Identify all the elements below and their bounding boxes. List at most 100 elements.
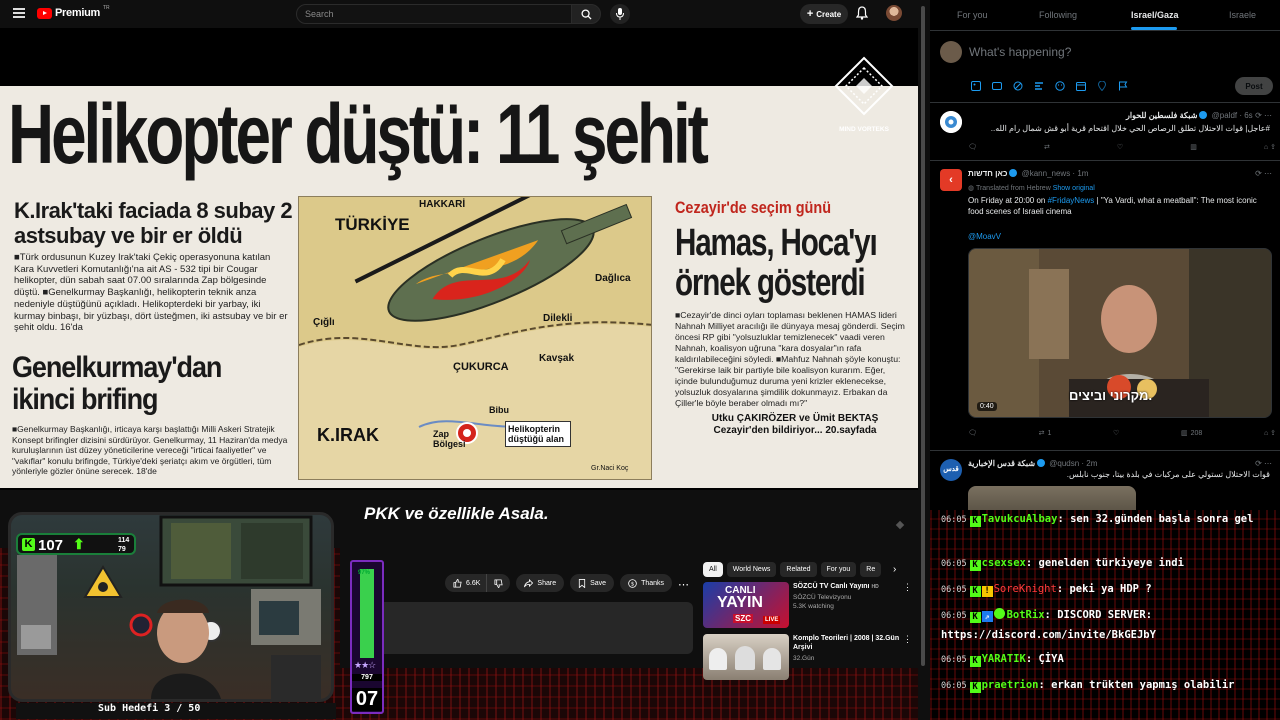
search-button[interactable] xyxy=(571,4,601,24)
share-button[interactable]: Share xyxy=(516,574,565,592)
message-user[interactable]: YARATIK xyxy=(982,653,1026,665)
video-player[interactable]: Helikopter düştü: 11 şehit K.Irak'taki f… xyxy=(0,28,918,490)
map-label-zap: Zap Bölgesi xyxy=(433,429,466,449)
search-input[interactable]: Search xyxy=(296,4,572,24)
show-original-link[interactable]: Show original xyxy=(1053,185,1095,192)
youtube-logo[interactable]: Premium TR xyxy=(37,5,110,19)
counter-mini-stats: 114 79 xyxy=(118,536,129,554)
tweet-avatar[interactable]: ‹ xyxy=(940,169,962,191)
thanks-button[interactable]: $ Thanks xyxy=(620,574,673,592)
screen-root: Premium TR Search + Create Helikopter dü… xyxy=(0,0,1280,720)
views-icon[interactable]: ▥ xyxy=(1190,143,1197,151)
tweet-image[interactable] xyxy=(968,486,1136,510)
chat-message: 06:05 Kpraetrion: erkan trükten yapmış ol… xyxy=(941,679,1235,693)
voice-search-button[interactable] xyxy=(610,4,630,24)
verified-icon xyxy=(1009,169,1018,177)
like-button[interactable]: 6.6K xyxy=(445,574,487,592)
retweet-icon[interactable]: ⇄ xyxy=(1044,143,1050,151)
description-box[interactable] xyxy=(351,602,693,654)
message-user[interactable]: BotRix xyxy=(1007,609,1045,621)
views-button[interactable]: ▥ 208 xyxy=(1180,429,1202,438)
message-user[interactable]: TavukcuAlbay xyxy=(982,513,1058,525)
thumb-text-yayin: YAYIN xyxy=(717,594,763,611)
message-user[interactable]: SoreKnight xyxy=(994,583,1057,595)
tweet-video[interactable]: 0:40 מקרוני וביצים. xyxy=(968,248,1272,418)
kick-badge-icon: K xyxy=(969,656,981,667)
location-icon[interactable] xyxy=(1096,80,1108,92)
tweet-handle[interactable]: @kann_news · 1m xyxy=(1022,169,1089,178)
thanks-icon: $ xyxy=(628,578,637,588)
tweet-avatar[interactable] xyxy=(940,111,962,133)
tweet-avatar[interactable]: قدس xyxy=(940,459,962,481)
schedule-icon[interactable] xyxy=(1075,80,1087,92)
thumbs-down-icon xyxy=(494,578,503,588)
youtube-scrollbar[interactable] xyxy=(918,0,928,720)
tweet[interactable]: قدس شبكة قدس الإخبارية @qudsn · 2m ⟳ ⋯ ق… xyxy=(930,451,1280,510)
account-avatar[interactable] xyxy=(886,5,902,21)
tweet-author[interactable]: شبكة قدس الإخبارية xyxy=(968,459,1035,468)
message-time: 06:05 xyxy=(941,515,967,525)
like-icon[interactable]: ♡ xyxy=(1117,143,1123,151)
notifications-button[interactable] xyxy=(855,6,869,25)
hashtag-link[interactable]: #FridayNews xyxy=(1048,196,1095,205)
post-button[interactable]: Post xyxy=(1235,77,1273,95)
chip-recently-uploaded[interactable]: Re xyxy=(860,562,882,577)
poll-icon[interactable] xyxy=(1033,80,1045,92)
tweet-handle[interactable]: @qudsn · 2m xyxy=(1049,459,1097,468)
tab-israele[interactable]: Israele xyxy=(1229,10,1256,20)
message-user[interactable]: praetrion xyxy=(982,679,1039,691)
tweet-author[interactable]: כאן חדשות xyxy=(968,169,1007,178)
tab-following[interactable]: Following xyxy=(1039,10,1077,20)
like-icon[interactable]: ♡ xyxy=(1113,429,1119,437)
map-label-cukurca: ÇUKURCA xyxy=(453,361,509,373)
video-options-icon[interactable]: ⋮ xyxy=(903,634,912,645)
dislike-button[interactable] xyxy=(486,574,511,592)
message-user[interactable]: csexsex xyxy=(982,557,1026,569)
tab-israel-gaza[interactable]: Israel/Gaza xyxy=(1131,10,1179,20)
create-button[interactable]: + Create xyxy=(800,4,848,24)
thanks-label: Thanks xyxy=(641,579,665,587)
compose-input[interactable]: What's happening? xyxy=(969,45,1071,59)
mention-link[interactable]: @MoavV xyxy=(968,231,1001,242)
user-avatar[interactable] xyxy=(940,41,962,63)
map-label-kirak: K.IRAK xyxy=(317,425,379,445)
views-icon: ▥ xyxy=(1180,430,1188,437)
emoji-icon[interactable] xyxy=(1054,80,1066,92)
recommended-video[interactable]: Komplo Teorileri | 2008 | 32.Gün Arşivi … xyxy=(703,634,913,680)
chip-related[interactable]: Related xyxy=(780,562,817,577)
youtube-topbar: Premium TR Search + Create xyxy=(0,0,928,28)
menu-icon[interactable] xyxy=(13,8,25,18)
tweet[interactable]: ‹ כאן חדשות @kann_news · 1m ⟳ ⋯ ◍ Transl… xyxy=(930,161,1280,451)
message-time: 06:05 xyxy=(941,655,967,665)
flag-icon[interactable] xyxy=(1117,80,1129,92)
grok-icon[interactable] xyxy=(1012,80,1024,92)
gif-icon[interactable] xyxy=(991,80,1003,92)
chip-for-you[interactable]: For you xyxy=(820,562,857,577)
scrollbar-thumb[interactable] xyxy=(921,6,925,666)
more-actions-icon[interactable]: ⋯ xyxy=(678,578,689,591)
watermark-icon xyxy=(834,56,894,116)
tweet[interactable]: شبكة فلسطين للحوار @paldf · 6s ⟳ ⋯ #عاجل… xyxy=(930,103,1280,161)
tweet-handle[interactable]: @paldf · 6s xyxy=(1212,111,1253,120)
follower-counter: K 107 ⬆ 114 79 xyxy=(16,533,136,555)
chip-world-news[interactable]: World News xyxy=(726,562,777,577)
bookmark-icon[interactable]: ⌂ ⇪ xyxy=(1264,143,1276,151)
right-column-credit-2: Cezayir'den bildiriyor... 20.sayfada xyxy=(713,425,877,436)
live-badge: LIVE xyxy=(763,616,781,624)
reply-icon[interactable]: 🗨 xyxy=(968,143,977,151)
tweet-author[interactable]: شبكة فلسطين للحوار xyxy=(1126,111,1197,120)
reply-icon[interactable]: 🗨 xyxy=(968,429,977,437)
tweet-more-icon[interactable]: ⟳ ⋯ xyxy=(1255,169,1272,178)
tweet-more-icon[interactable]: ⟳ ⋯ xyxy=(1255,111,1272,120)
chevron-right-icon[interactable]: › xyxy=(893,564,896,575)
chip-all[interactable]: All xyxy=(703,562,723,577)
retweet-button[interactable]: ⇄ 1 xyxy=(1039,429,1052,438)
tweet-more-icon[interactable]: ⟳ ⋯ xyxy=(1255,459,1272,468)
recommended-video[interactable]: CANLI YAYIN SZC LIVE SÖZCÜ TV Canlı Yayı… xyxy=(703,582,913,628)
chat-message: 06:05 K TavukcuAlbay: sen 32.günden başla … xyxy=(941,513,1254,527)
tab-for-you[interactable]: For you xyxy=(957,10,988,20)
save-button[interactable]: Save xyxy=(570,574,615,592)
bookmark-icon[interactable]: ⌂ ⇪ xyxy=(1264,429,1276,437)
image-icon[interactable] xyxy=(970,80,982,92)
video-options-icon[interactable]: ⋮ xyxy=(903,582,912,593)
